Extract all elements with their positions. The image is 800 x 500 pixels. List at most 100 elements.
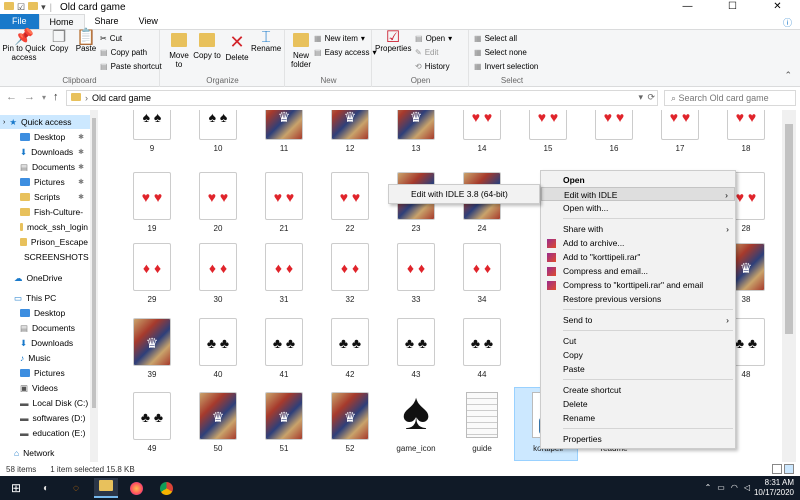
nav-qa-item[interactable]: Prison_Escape — [20, 235, 88, 249]
taskbar-app[interactable]: ◌ — [64, 478, 88, 498]
menu-properties[interactable]: Properties — [541, 432, 735, 446]
nav-quick-access[interactable]: › ★ Quick access — [0, 115, 90, 129]
menu-delete[interactable]: Delete — [541, 397, 735, 411]
menu-paste[interactable]: Paste — [541, 362, 735, 376]
details-view-icon[interactable] — [772, 464, 782, 474]
delete-button[interactable]: ✕ Delete — [223, 33, 251, 62]
address-dropdown-icon[interactable]: ▾ — [638, 92, 643, 103]
edit-button[interactable]: ✎ Edit — [415, 47, 439, 59]
content-scrollbar-thumb[interactable] — [785, 124, 793, 334]
nav-qa-item[interactable]: Scripts ✱ — [20, 190, 88, 204]
nav-this-pc[interactable]: ▭ This PC — [14, 291, 88, 305]
copy-to-button[interactable]: Copy to — [193, 33, 221, 60]
nav-qa-item[interactable]: ⬇ Downloads ✱ — [20, 145, 88, 159]
nav-pc-item[interactable]: ▬ Local Disk (C:) — [20, 396, 88, 410]
nav-qa-label: Desktop — [34, 132, 66, 142]
tab-share[interactable]: Share — [85, 14, 129, 29]
nav-scrollbar[interactable] — [90, 110, 98, 462]
menu-copy[interactable]: Copy — [541, 348, 735, 362]
paste-button[interactable]: 📋 Paste — [74, 30, 98, 54]
new-folder-button[interactable]: New folder — [288, 33, 314, 69]
easy-access-button[interactable]: ▤ Easy access ▾ — [314, 47, 376, 59]
tab-file[interactable]: File — [0, 14, 39, 29]
nav-qa-item[interactable]: Fish-Culture- — [20, 205, 88, 219]
paste-shortcut-button[interactable]: ▤ Paste shortcut — [100, 61, 162, 73]
menu-edit-with-idle-38[interactable]: Edit with IDLE 3.8 (64-bit) — [389, 187, 539, 201]
close-button[interactable]: ✕ — [755, 0, 800, 14]
refresh-icon[interactable]: ⟳ — [647, 92, 655, 103]
nav-network[interactable]: ⌂ Network — [14, 446, 88, 460]
menu-compress-email[interactable]: Compress and email... — [541, 264, 735, 278]
new-item-button[interactable]: ▦ New item ▾ — [314, 33, 365, 45]
cut-button[interactable]: ✂ Cut — [100, 33, 122, 45]
back-arrow-icon[interactable]: ← — [6, 91, 17, 105]
large-icons-view-icon[interactable] — [784, 464, 794, 474]
properties-button[interactable]: ☑ Properties — [375, 30, 411, 54]
open-button[interactable]: ▤ Open ▾ — [415, 33, 452, 45]
nav-pc-item[interactable]: ▬ education (E:) — [20, 426, 88, 440]
menu-add-to-rar[interactable]: Add to "korttipeli.rar" — [541, 250, 735, 264]
menu-open[interactable]: Open — [541, 173, 735, 187]
content-scrollbar[interactable] — [782, 110, 796, 462]
nav-qa-item[interactable]: Pictures ✱ — [20, 175, 88, 189]
copy-path-button[interactable]: ▤ Copy path — [100, 47, 147, 59]
volume-icon[interactable]: ◁ — [744, 483, 750, 492]
nav-pc-item[interactable]: ▣ Videos — [20, 381, 88, 395]
nav-pc-item[interactable]: Desktop — [20, 306, 88, 320]
move-to-button[interactable]: Move to — [165, 33, 193, 69]
history-button[interactable]: ⟲ History — [415, 61, 450, 73]
ribbon-collapse-icon[interactable]: ⌃ — [784, 70, 792, 81]
properties-qa-icon[interactable]: ☑ — [17, 2, 25, 13]
nav-pc-item[interactable]: ▬ softwares (D:) — [20, 411, 88, 425]
nav-scrollbar-thumb[interactable] — [92, 118, 96, 408]
rename-button[interactable]: ⌶ Rename — [251, 30, 281, 54]
new-folder-qa-icon[interactable] — [28, 2, 39, 12]
nav-qa-item[interactable]: Desktop ✱ — [20, 130, 88, 144]
up-arrow-icon[interactable]: ↑ — [53, 91, 59, 105]
select-all-button[interactable]: ▦ Select all — [474, 33, 517, 45]
nav-qa-item[interactable]: ▤ Documents ✱ — [20, 160, 88, 174]
menu-add-to-archive[interactable]: Add to archive... — [541, 236, 735, 250]
address-path[interactable]: Old card game — [92, 93, 151, 103]
tray-chevron-icon[interactable]: ⌃ — [705, 483, 712, 492]
menu-cut[interactable]: Cut — [541, 334, 735, 348]
taskbar-chrome[interactable] — [154, 478, 178, 498]
search-input[interactable]: ⌕ Search Old card game — [664, 90, 796, 106]
nav-qa-item[interactable]: SCREENSHOTS — [20, 250, 89, 264]
tab-view[interactable]: View — [129, 14, 168, 29]
winrar-icon — [547, 239, 556, 248]
menu-share-with[interactable]: Share with › — [541, 222, 735, 236]
forward-arrow-icon[interactable]: → — [24, 91, 35, 105]
menu-send-to[interactable]: Send to › — [541, 313, 735, 327]
qa-dropdown-icon[interactable]: ▾ — [41, 2, 46, 13]
maximize-button[interactable]: ☐ — [710, 0, 755, 14]
copy-button[interactable]: ❐ Copy — [46, 30, 72, 54]
recent-chevron-icon[interactable]: ▾ — [42, 91, 46, 105]
nav-pc-item[interactable]: ⬇ Downloads — [20, 336, 88, 350]
menu-open-with[interactable]: Open with... — [541, 201, 735, 215]
taskbar-app[interactable]: ◐ — [34, 478, 58, 498]
network-icon[interactable]: ◠ — [731, 483, 738, 492]
minimize-button[interactable]: — — [665, 0, 710, 14]
nav-pc-item[interactable]: Pictures — [20, 366, 88, 380]
pin-quick-access-button[interactable]: 📌 Pin to Quick access — [2, 30, 46, 63]
taskbar-file-explorer[interactable] — [94, 478, 118, 498]
invert-selection-button[interactable]: ▦ Invert selection — [474, 61, 538, 73]
clock[interactable]: 8:31 AM 10/17/2020 — [754, 478, 794, 498]
nav-pc-item[interactable]: ▤ Documents — [20, 321, 88, 335]
menu-compress-rar-email[interactable]: Compress to "korttipeli.rar" and email — [541, 278, 735, 292]
help-icon[interactable]: ⓘ — [783, 16, 792, 29]
menu-restore-versions[interactable]: Restore previous versions — [541, 292, 735, 306]
start-button[interactable]: ⊞ — [4, 478, 28, 498]
battery-icon[interactable]: ▭ — [717, 483, 725, 492]
select-none-button[interactable]: ▦ Select none — [474, 47, 527, 59]
nav-qa-item[interactable]: mock_ssh_login — [20, 220, 88, 234]
nav-pc-item[interactable]: ♪ Music — [20, 351, 88, 365]
taskbar-firefox[interactable] — [124, 478, 148, 498]
menu-create-shortcut[interactable]: Create shortcut — [541, 383, 735, 397]
menu-rename[interactable]: Rename — [541, 411, 735, 425]
menu-edit-with-idle[interactable]: Edit with IDLE › — [541, 187, 735, 201]
tab-home[interactable]: Home — [38, 14, 85, 29]
address-bar[interactable]: › Old card game ▾ ⟳ — [66, 90, 658, 106]
nav-onedrive[interactable]: ☁ OneDrive — [14, 271, 88, 285]
